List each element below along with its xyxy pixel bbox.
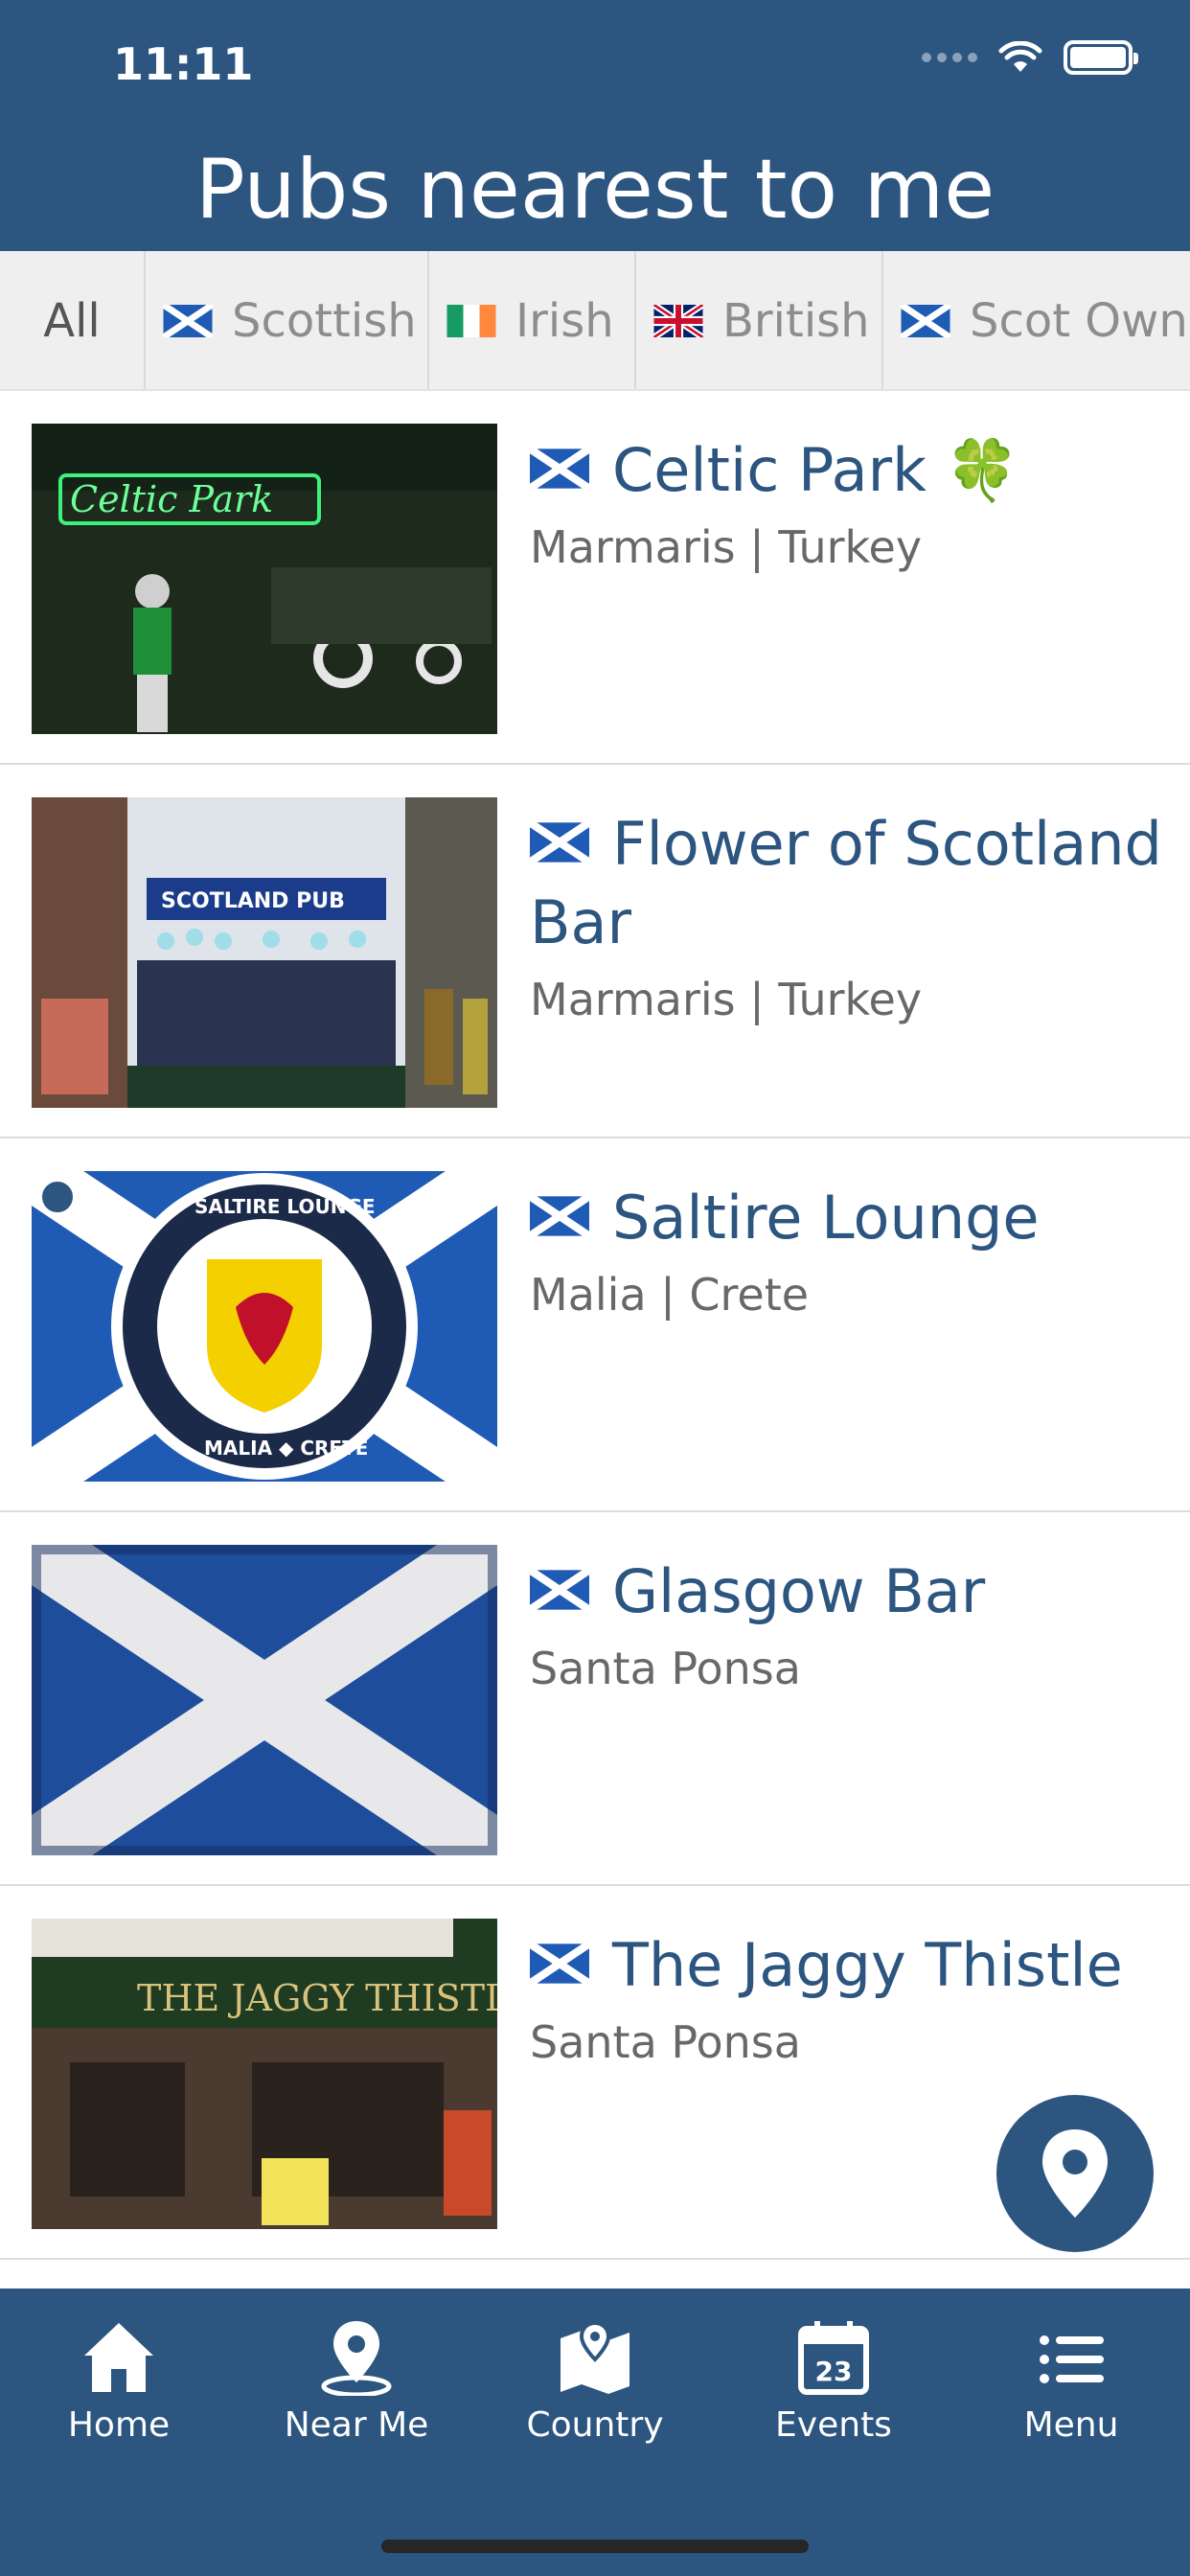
pub-location: Malia | Crete [530, 1269, 810, 1321]
wifi-icon [998, 41, 1042, 72]
pub-location: Santa Ponsa [530, 2016, 801, 2068]
filter-tab-scot-owned[interactable]: Scot Owned [883, 251, 1190, 389]
pub-list-item[interactable]: Glasgow Bar Santa Ponsa [0, 1512, 1190, 1886]
tab-country[interactable]: Country [499, 2319, 691, 2445]
map-view-button[interactable] [996, 2095, 1154, 2252]
uk-flag-icon [653, 305, 703, 337]
scotland-flag-icon [901, 305, 950, 337]
calendar-day-text: 23 [815, 2356, 853, 2387]
filter-tab-scottish[interactable]: Scottish [146, 251, 429, 389]
status-time: 11:11 [113, 38, 254, 90]
app-header: 11:11 Pubs nearest to me [0, 0, 1190, 251]
scotland-flag-icon [530, 1195, 589, 1236]
scotland-flag-icon [530, 821, 589, 862]
tab-label: Country [526, 2405, 664, 2445]
shamrock-icon: 🍀 [945, 435, 1019, 505]
filter-tab-irish[interactable]: Irish [429, 251, 636, 389]
ireland-flag-icon [446, 305, 496, 337]
pub-list: Celtic Park Celtic Park 🍀 Marmaris | Tur… [0, 391, 1190, 2260]
tab-label: Events [775, 2405, 892, 2445]
pub-name: The Jaggy Thistle [530, 1926, 1172, 2005]
calendar-icon: 23 [798, 2321, 869, 2395]
map-icon [561, 2320, 629, 2394]
filter-tab-label: Irish [515, 294, 614, 348]
pub-name-text: Glasgow Bar [612, 1556, 986, 1626]
pub-photo [32, 1545, 497, 1855]
tab-label: Home [67, 2405, 171, 2445]
filter-tab-label: Scot Owned [970, 294, 1190, 348]
pub-photo: SCOTLAND PUB [32, 797, 497, 1108]
scotland-flag-icon [163, 305, 213, 337]
menu-list-icon [1040, 2335, 1104, 2383]
pub-photo: Celtic Park [32, 424, 497, 734]
filter-tab-label: Scottish [232, 294, 417, 348]
location-pin-icon [1042, 2129, 1108, 2218]
home-indicator[interactable] [381, 2540, 809, 2553]
pub-name: Saltire Lounge [530, 1179, 1172, 1257]
page-title: Pubs nearest to me [195, 142, 995, 238]
tab-menu[interactable]: Menu [975, 2319, 1167, 2445]
filter-tab-label: British [722, 294, 870, 348]
pub-name: Flower of Scotland Bar [530, 805, 1172, 962]
filter-tabs: All Scottish Irish British Scot Owned [0, 251, 1190, 391]
pub-list-item[interactable]: Celtic Park Celtic Park 🍀 Marmaris | Tur… [0, 391, 1190, 765]
pub-name-text: Celtic Park [612, 435, 927, 505]
pub-location: Marmaris | Turkey [530, 521, 923, 573]
filter-tab-british[interactable]: British [636, 251, 883, 389]
pub-location: Marmaris | Turkey [530, 974, 923, 1025]
pub-list-item[interactable]: SCOTLAND PUB Flower of Scotland Bar Marm… [0, 765, 1190, 1138]
pub-location: Santa Ponsa [530, 1643, 801, 1694]
tab-label: Menu [1023, 2405, 1119, 2445]
svg-text:SCOTLAND PUB: SCOTLAND PUB [161, 889, 345, 913]
pub-name: Glasgow Bar [530, 1552, 1172, 1631]
bottom-tab-bar: Home Near Me Country 23 Events Menu [0, 2288, 1190, 2576]
pub-list-item[interactable]: SALTIRE LOUNGE MALIA ◆ CRETE Saltire Lou… [0, 1138, 1190, 1512]
pub-name-text: The Jaggy Thistle [612, 1930, 1123, 2000]
pub-photo: SALTIRE LOUNGE MALIA ◆ CRETE [32, 1171, 497, 1482]
tab-near-me[interactable]: Near Me [261, 2319, 452, 2445]
svg-text:SALTIRE LOUNGE: SALTIRE LOUNGE [195, 1195, 376, 1218]
verified-badge-icon [39, 1179, 76, 1215]
scotland-flag-icon [530, 1569, 589, 1610]
tab-home[interactable]: Home [23, 2319, 215, 2445]
pub-name: Celtic Park 🍀 [530, 431, 1172, 510]
scotland-flag-icon [530, 1943, 589, 1984]
filter-tab-label: All [43, 294, 101, 348]
tab-label: Near Me [284, 2405, 429, 2445]
filter-tab-all[interactable]: All [0, 251, 146, 389]
battery-icon [1064, 40, 1138, 75]
tab-events[interactable]: 23 Events [738, 2319, 929, 2445]
scotland-flag-icon [530, 448, 589, 489]
svg-text:Celtic Park: Celtic Park [70, 478, 273, 520]
svg-text:MALIA ◆ CRETE: MALIA ◆ CRETE [204, 1437, 368, 1460]
home-icon [84, 2323, 153, 2392]
location-pin-icon [321, 2321, 392, 2396]
pub-name-text: Saltire Lounge [612, 1183, 1040, 1253]
cellular-signal-icon [922, 53, 977, 62]
pub-name-text: Flower of Scotland Bar [530, 809, 1162, 957]
pub-photo: THE JAGGY THISTLE [32, 1919, 497, 2229]
svg-text:THE JAGGY THISTLE: THE JAGGY THISTLE [137, 1977, 497, 2019]
status-icons [922, 40, 1138, 75]
